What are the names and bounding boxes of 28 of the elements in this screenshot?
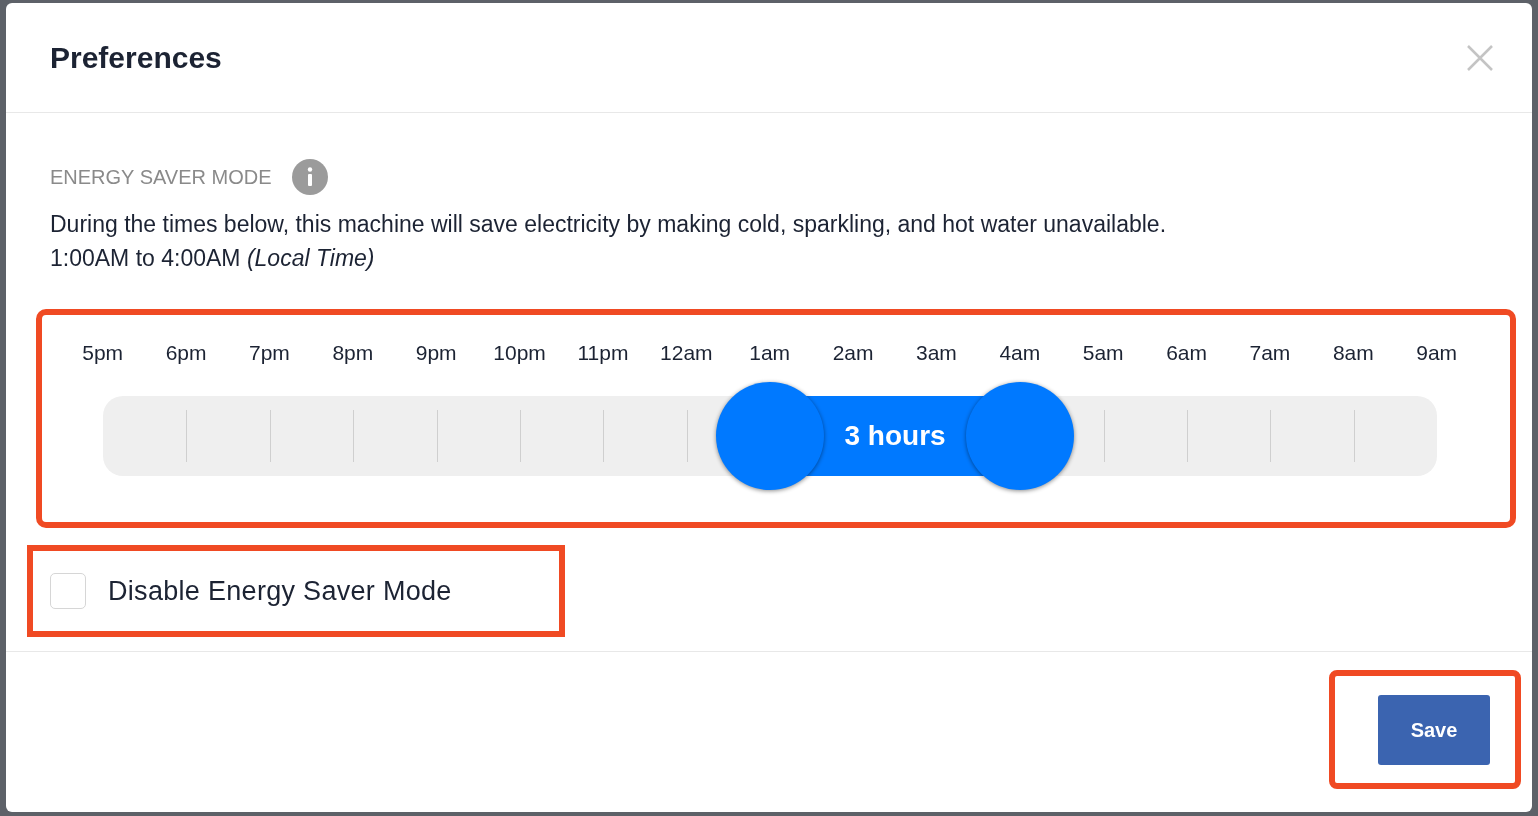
description-text: During the times below, this machine will save electricity by making cold, sparkling, and hot water unavailable. [49,210,1168,239]
hour-label: 11pm [576,340,630,366]
hour-label: 1am [748,340,792,366]
checkbox-label[interactable]: Disable Energy Saver Mode [108,570,452,612]
hour-label: 8pm [331,340,375,366]
hour-label: 6am [1165,340,1208,366]
hour-label: 10pm [492,340,547,366]
checkbox[interactable] [50,573,86,609]
hour-label: 12am [659,340,714,366]
section-label: ENERGY SAVER MODE [50,165,272,190]
dialog-title: Preferences [50,40,222,76]
hour-label: 9pm [414,340,458,366]
hour-label: 6pm [164,340,208,366]
info-icon[interactable] [291,159,328,195]
hour-label: 2am [831,340,875,366]
hour-label: 7pm [248,340,291,366]
close-icon[interactable] [1466,43,1494,72]
hour-label: 5pm [81,340,125,366]
hour-label: 5am [1081,340,1125,366]
hour-label: 3am [915,340,958,366]
hour-label: 7am [1248,340,1292,366]
hour-label: 9am [1415,340,1459,366]
hour-label: 4am [998,340,1042,366]
save-button[interactable]: Save [1378,694,1490,765]
duration-label: 3 hours [844,419,946,452]
schedule-text: 1:00AM to 4:00AM (Local Time) [49,244,376,273]
slider-handle[interactable] [716,381,824,490]
hour-label: 8am [1331,340,1375,366]
